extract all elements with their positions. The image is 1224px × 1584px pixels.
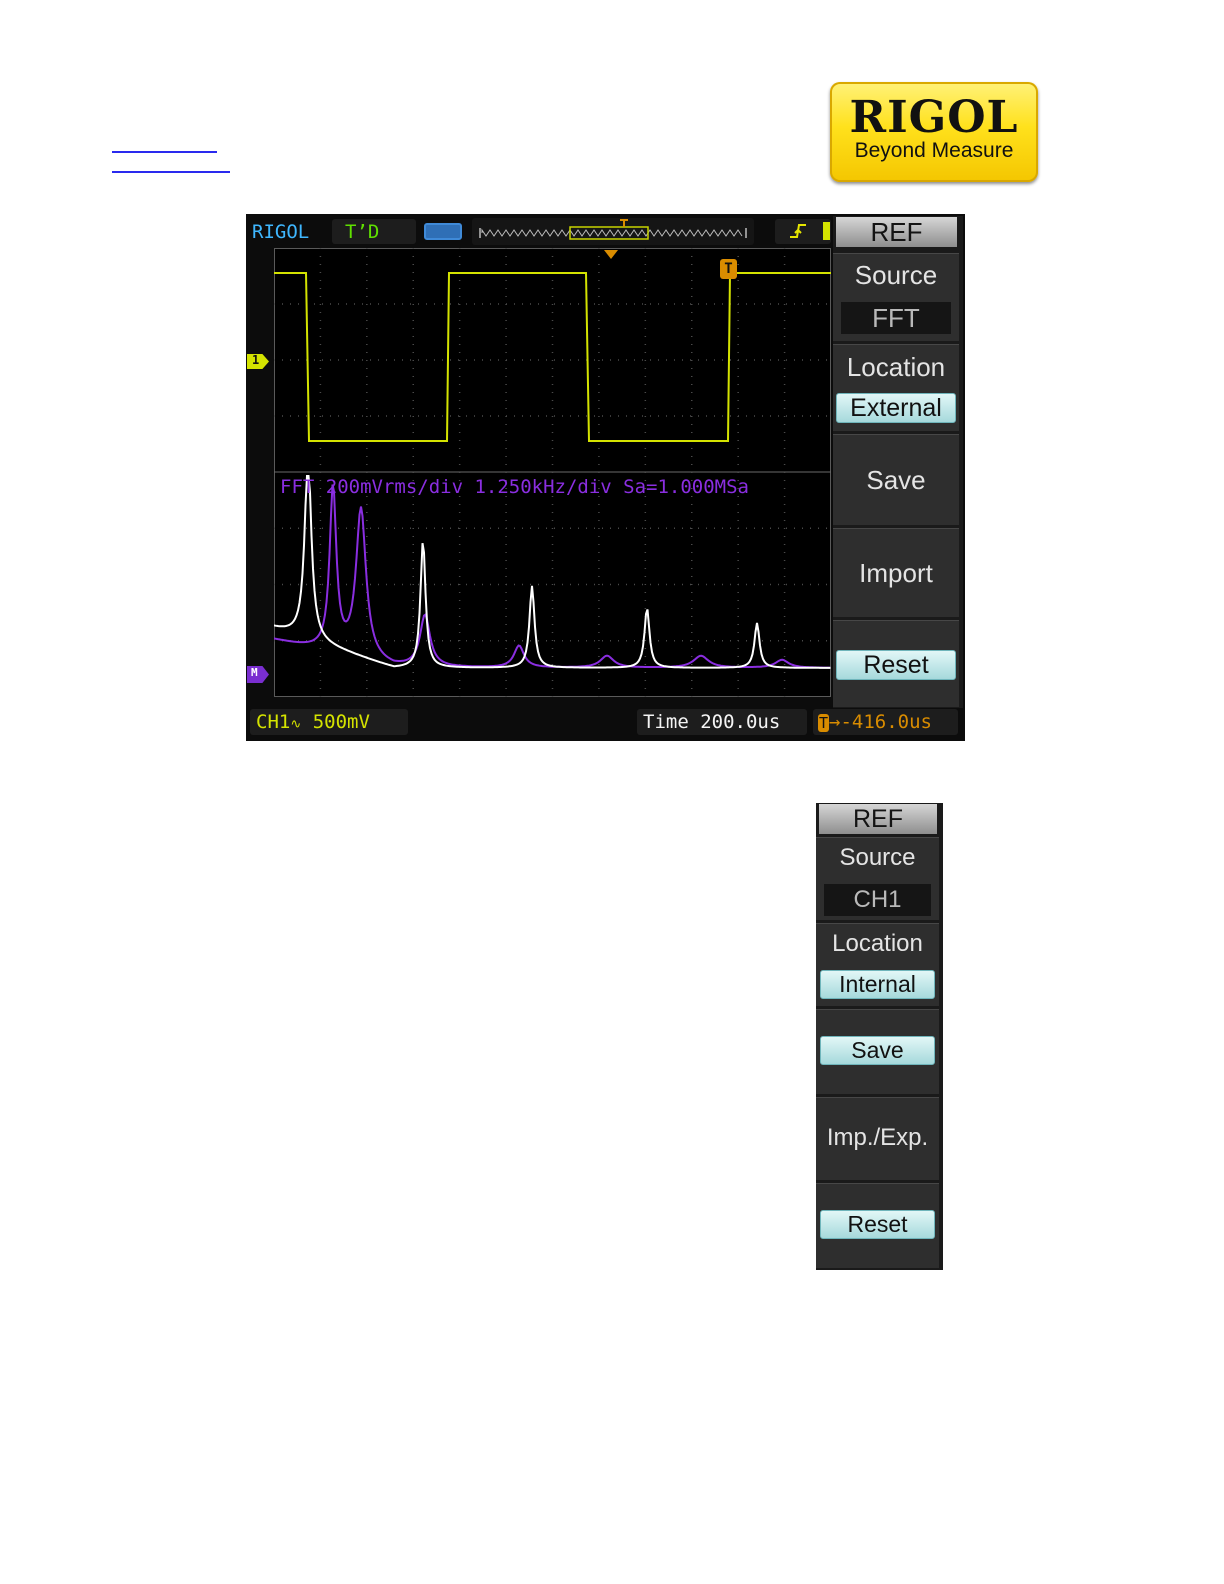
imp-exp-softkey[interactable]: Imp./Exp.	[816, 1097, 939, 1180]
waveform-display	[274, 248, 831, 697]
rising-edge-icon	[788, 222, 808, 240]
ref-menu-standalone: REF Source CH1 Location Internal Save Im…	[816, 803, 943, 1270]
source-softkey-2[interactable]: Source CH1	[816, 837, 939, 920]
run-state: T’D	[345, 221, 380, 243]
logo-brand: RIGOL	[849, 92, 1019, 143]
timebase: Time 200.0us	[643, 711, 781, 733]
trigger-pos-icon: T	[818, 714, 830, 732]
source-softkey[interactable]: Source FFT	[833, 253, 959, 341]
save-label: Save	[866, 465, 926, 495]
location-label: Location	[846, 352, 946, 382]
ref-menu2-title: REF	[819, 804, 937, 834]
ch1-name: CH1	[256, 711, 291, 733]
source-value-2[interactable]: CH1	[824, 884, 931, 916]
rigol-logo: RIGOL Beyond Measure	[830, 82, 1038, 182]
save-button-2[interactable]: Save	[820, 1036, 935, 1065]
trigger-offset-value: →-416.0us	[829, 711, 932, 733]
reset-button[interactable]: Reset	[836, 650, 956, 680]
location-label-2: Location	[832, 930, 923, 957]
location-softkey[interactable]: Location External	[833, 344, 959, 431]
ref-menu-title: REF	[836, 217, 957, 247]
math-marker-label: M	[251, 666, 258, 679]
waveform-plot	[274, 248, 831, 697]
import-softkey[interactable]: Import	[833, 528, 959, 617]
trigger-t-icon: T	[720, 259, 737, 279]
reset-softkey-2[interactable]: Reset	[816, 1183, 939, 1268]
location-external-button[interactable]: External	[836, 393, 956, 423]
fft-settings-label: FFT 200mVrms/div 1.250kHz/div Sa=1.000MS…	[280, 476, 749, 498]
trigger-offset: T→-416.0us	[818, 711, 932, 734]
scope-brand: RIGOL	[252, 221, 310, 243]
logo-tagline: Beyond Measure	[854, 139, 1014, 162]
waveform-memory-bar	[472, 218, 754, 245]
ref-menu-scope: REF Source FFT Location External Save Im…	[833, 216, 963, 708]
ch1-info: CH1∿ 500mV	[256, 711, 370, 736]
header-link-line-2[interactable]	[112, 171, 230, 173]
ch1-scale: 500mV	[312, 711, 370, 733]
ch1-marker-label: 1	[252, 353, 260, 367]
imp-exp-label: Imp./Exp.	[826, 1124, 929, 1151]
memory-depth-icon	[424, 223, 462, 240]
source-value[interactable]: FFT	[841, 302, 951, 334]
location-softkey-2[interactable]: Location Internal	[816, 923, 939, 1006]
trigger-level-indicator	[823, 222, 830, 240]
save-softkey[interactable]: Save	[833, 434, 959, 525]
save-softkey-2[interactable]: Save	[816, 1009, 939, 1094]
memory-position-icon	[479, 219, 747, 240]
source-label-2: Source	[839, 844, 916, 871]
header-link-line-1[interactable]	[112, 151, 217, 153]
import-label: Import	[859, 558, 933, 588]
ch1-coupling-icon: ∿	[290, 717, 302, 732]
reset-softkey[interactable]: Reset	[833, 620, 959, 707]
source-label: Source	[854, 260, 938, 290]
location-internal-button[interactable]: Internal	[820, 970, 935, 999]
reset-button-2[interactable]: Reset	[820, 1210, 935, 1239]
